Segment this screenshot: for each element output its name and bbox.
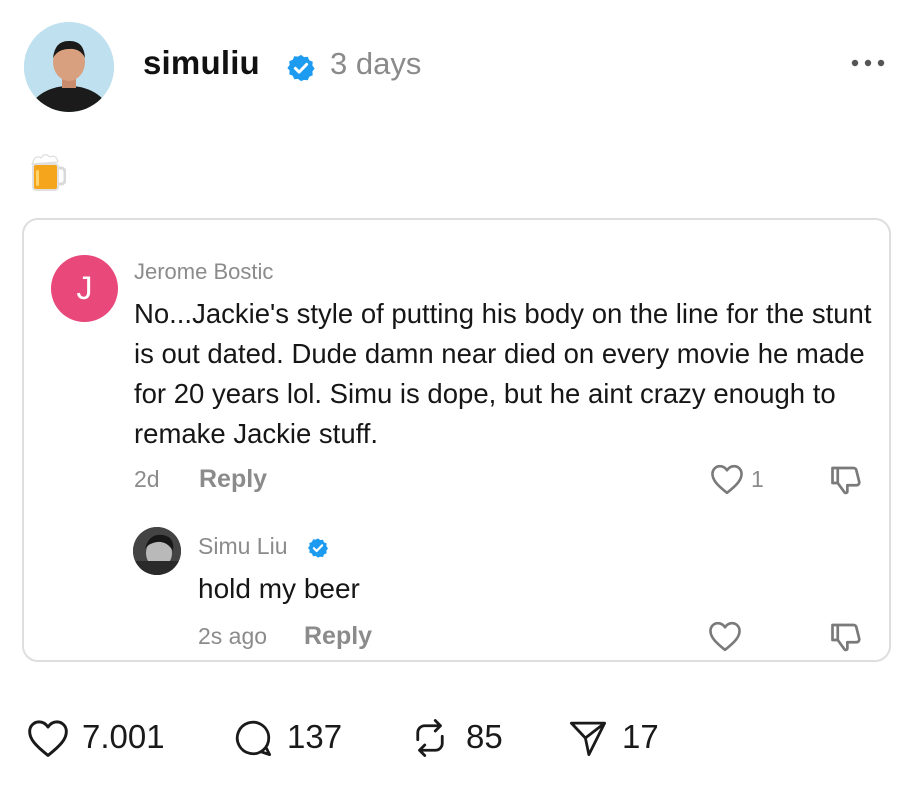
share-count: 17 (622, 718, 659, 755)
reply-author[interactable]: Simu Liu (198, 533, 287, 560)
replier-avatar[interactable] (133, 527, 181, 575)
heart-icon[interactable] (707, 620, 743, 652)
comment-like-count: 1 (751, 466, 764, 492)
reply-age: 2s ago (198, 623, 268, 649)
heart-icon[interactable] (26, 717, 70, 759)
thumbs-down-icon[interactable] (828, 619, 864, 655)
repost-icon[interactable] (408, 717, 452, 759)
heart-icon[interactable] (709, 463, 745, 495)
comment-text: No...Jackie's style of putting his body … (134, 298, 872, 449)
share-icon[interactable] (566, 717, 610, 759)
verified-badge-icon (308, 538, 328, 558)
comment-count: 137 (287, 718, 343, 755)
comment-age: 2d (134, 466, 160, 492)
commenter-avatar[interactable]: J (51, 255, 118, 322)
replier-photo (133, 527, 181, 575)
beer-mug-icon (31, 154, 66, 191)
post-time: 3 days (330, 46, 422, 81)
username[interactable]: simuliu (143, 44, 260, 82)
verified-badge-icon (287, 54, 315, 82)
reply-reply-button[interactable]: Reply (304, 622, 372, 651)
comment-author[interactable]: Jerome Bostic (134, 259, 273, 285)
comment-reply-button[interactable]: Reply (199, 465, 267, 494)
like-count: 7.001 (82, 718, 165, 755)
profile-photo (24, 22, 114, 112)
comment-icon[interactable] (231, 717, 275, 759)
avatar[interactable] (24, 22, 114, 112)
reply-text: hold my beer (198, 573, 360, 604)
more-options-icon[interactable] (850, 56, 886, 70)
repost-count: 85 (466, 718, 503, 755)
thumbs-down-icon[interactable] (828, 462, 864, 498)
